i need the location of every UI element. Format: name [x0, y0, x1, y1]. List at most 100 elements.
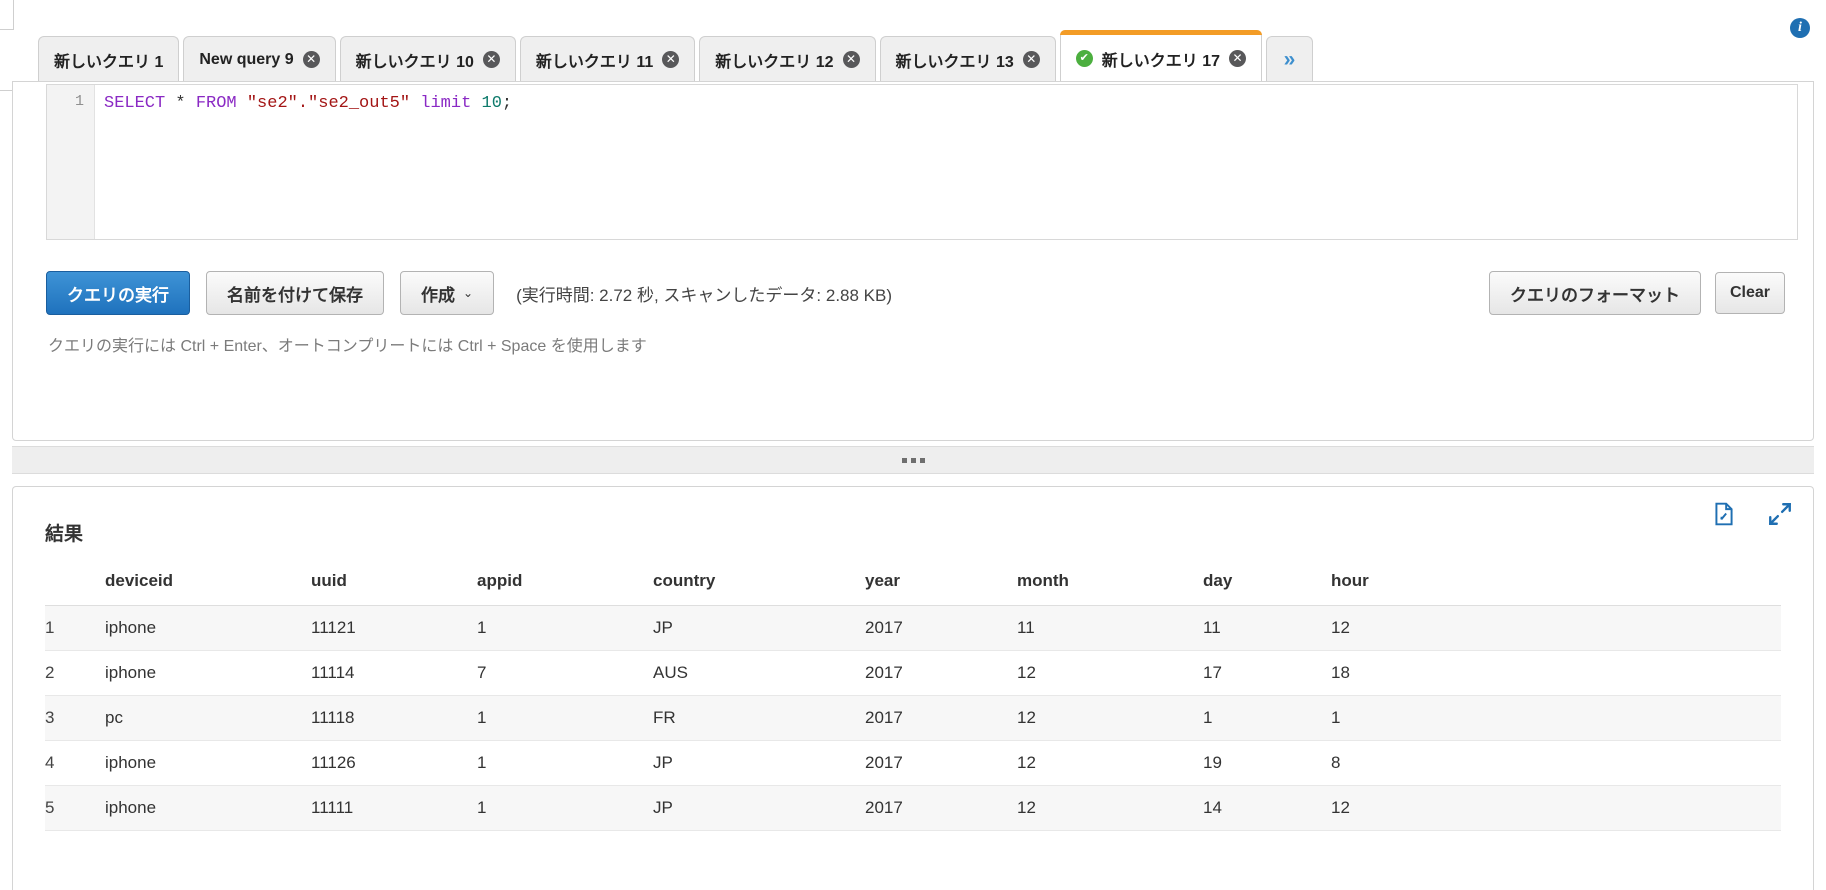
- cell-year: 2017: [865, 605, 1017, 651]
- cell-deviceid: iphone: [105, 650, 311, 696]
- save-as-button[interactable]: 名前を付けて保存: [206, 271, 384, 315]
- tab-label: 新しいクエリ 17: [1101, 52, 1220, 70]
- query-tab-7[interactable]: ✔ 新しいクエリ 17 ✕: [1059, 30, 1263, 82]
- query-tab-4[interactable]: 新しいクエリ 11 ✕: [519, 36, 696, 82]
- cell-day: 17: [1203, 650, 1331, 696]
- cell-year: 2017: [865, 785, 1017, 831]
- cell-idx: 3: [45, 695, 105, 741]
- table-row[interactable]: 2 iphone 11114 7 AUS 2017 12 17 18: [45, 650, 1781, 696]
- tab-close-icon[interactable]: ✕: [842, 51, 860, 68]
- tab-success-check-icon: ✔: [1075, 50, 1093, 67]
- tab-close-icon[interactable]: ✕: [1022, 51, 1040, 68]
- cell-appid: 1: [477, 695, 653, 741]
- cell-month: 12: [1017, 785, 1203, 831]
- sql-space-2: [410, 94, 420, 113]
- cell-uuid: 11114: [311, 650, 477, 696]
- query-stats-text: (実行時間: 2.72 秒, スキャンしたデータ: 2.88 KB): [516, 285, 893, 305]
- cell-uuid: 11118: [311, 695, 477, 741]
- tab-overflow-button[interactable]: »: [1266, 36, 1313, 82]
- sql-editor[interactable]: 1 SELECT * FROM "se2"."se2_out5" limit 1…: [46, 84, 1798, 240]
- query-tab-1[interactable]: 新しいクエリ 1: [38, 36, 180, 82]
- cell-appid: 1: [477, 785, 653, 831]
- table-row[interactable]: 4 iphone 11126 1 JP 2017 12 19 8: [45, 740, 1781, 786]
- cell-country: FR: [653, 695, 865, 741]
- cell-year: 2017: [865, 695, 1017, 741]
- cell-uuid: 11126: [311, 740, 477, 786]
- column-header-index: [45, 559, 105, 606]
- format-query-button[interactable]: クエリのフォーマット: [1488, 271, 1701, 315]
- results-table: deviceid uuid appid country year month day hour…: [45, 559, 1781, 831]
- table-row[interactable]: 5 iphone 11111 1 JP 2017 12 14 12: [45, 785, 1781, 831]
- create-dropdown-button[interactable]: 作成 ⌄: [400, 271, 495, 315]
- tab-label: 新しいクエリ 12: [715, 53, 834, 71]
- cell-uuid: 11111: [311, 785, 477, 831]
- column-header-uuid: uuid: [311, 559, 477, 606]
- panel-splitter[interactable]: [12, 446, 1814, 474]
- results-actions: [1711, 501, 1793, 527]
- results-panel: 結果 deviceid uuid appid country year mont…: [12, 486, 1814, 890]
- results-table-wrapper: deviceid uuid appid country year month day hour…: [13, 559, 1813, 831]
- query-tab-5[interactable]: 新しいクエリ 12 ✕: [699, 36, 876, 82]
- cell-deviceid: iphone: [105, 785, 311, 831]
- tab-close-icon[interactable]: ✕: [302, 51, 320, 68]
- tab-label: 新しいクエリ 13: [895, 53, 1014, 71]
- tab-close-icon[interactable]: ✕: [662, 51, 680, 68]
- cell-hour: 12: [1331, 785, 1781, 831]
- sql-limit-number: 10: [481, 94, 502, 113]
- query-tab-6[interactable]: 新しいクエリ 13 ✕: [879, 36, 1056, 82]
- cell-idx: 2: [45, 650, 105, 696]
- tab-label: 新しいクエリ 1: [54, 53, 164, 71]
- cell-month: 11: [1017, 605, 1203, 651]
- info-icon[interactable]: i: [1790, 18, 1810, 38]
- athena-query-editor: i 新しいクエリ 1 New query 9 ✕ 新しいクエリ 10 ✕ 新しいクエリ 1…: [0, 0, 1826, 890]
- sql-space-3: [471, 94, 481, 113]
- cell-hour: 18: [1331, 650, 1781, 696]
- column-header-hour: hour: [1331, 559, 1781, 606]
- sql-code-line[interactable]: SELECT * FROM "se2"."se2_out5" limit 10;: [95, 85, 1797, 239]
- results-header: 結果: [13, 487, 1813, 559]
- cell-appid: 1: [477, 605, 653, 651]
- cell-month: 12: [1017, 740, 1203, 786]
- cell-year: 2017: [865, 650, 1017, 696]
- download-file-icon[interactable]: [1711, 501, 1737, 527]
- editor-line-numbers: 1: [47, 85, 95, 239]
- sql-semicolon: ;: [501, 94, 513, 113]
- results-table-body: 1 iphone 11121 1 JP 2017 11 11 12 2 iphone 11114 7 AU…: [45, 605, 1781, 831]
- keyboard-hint-text: クエリの実行には Ctrl + Enter、オートコンプリートには Ctrl +…: [48, 338, 647, 355]
- expand-icon[interactable]: [1767, 501, 1793, 527]
- tab-label: 新しいクエリ 10: [355, 53, 474, 71]
- cell-idx: 5: [45, 785, 105, 831]
- editor-toolbar: クエリの実行 名前を付けて保存 作成 ⌄ (実行時間: 2.72 秒, スキャン…: [46, 270, 1785, 316]
- column-header-appid: appid: [477, 559, 653, 606]
- sql-keyword-from: FROM: [195, 94, 237, 113]
- results-table-head: deviceid uuid appid country year month day hour: [45, 559, 1781, 606]
- chevron-down-icon: ⌄: [463, 286, 474, 300]
- tab-label: 新しいクエリ 11: [535, 53, 654, 71]
- cell-day: 19: [1203, 740, 1331, 786]
- tab-close-icon[interactable]: ✕: [1229, 50, 1246, 67]
- cell-idx: 4: [45, 740, 105, 786]
- table-row[interactable]: 3 pc 11118 1 FR 2017 12 1 1: [45, 695, 1781, 741]
- tab-label: New query 9: [199, 50, 294, 68]
- cell-hour: 8: [1331, 740, 1781, 786]
- cell-hour: 12: [1331, 605, 1781, 651]
- cell-day: 14: [1203, 785, 1331, 831]
- sql-keyword-limit: limit: [420, 94, 472, 113]
- column-header-month: month: [1017, 559, 1203, 606]
- table-row[interactable]: 1 iphone 11121 1 JP 2017 11 11 12: [45, 605, 1781, 651]
- sql-keyword-select: SELECT: [104, 94, 166, 113]
- query-tab-3[interactable]: 新しいクエリ 10 ✕: [339, 36, 516, 82]
- column-header-year: year: [865, 559, 1017, 606]
- query-tab-2[interactable]: New query 9 ✕: [183, 36, 336, 82]
- table-header-row: deviceid uuid appid country year month day hour: [45, 559, 1781, 606]
- cell-country: AUS: [653, 650, 865, 696]
- cell-country: JP: [653, 740, 865, 786]
- clear-button[interactable]: Clear: [1714, 272, 1785, 314]
- splitter-grip-icon: [901, 457, 925, 463]
- run-query-button[interactable]: クエリの実行: [46, 271, 190, 315]
- tab-close-icon[interactable]: ✕: [482, 51, 500, 68]
- cell-appid: 1: [477, 740, 653, 786]
- sql-space-1: [237, 94, 247, 113]
- cell-year: 2017: [865, 740, 1017, 786]
- cell-month: 12: [1017, 695, 1203, 741]
